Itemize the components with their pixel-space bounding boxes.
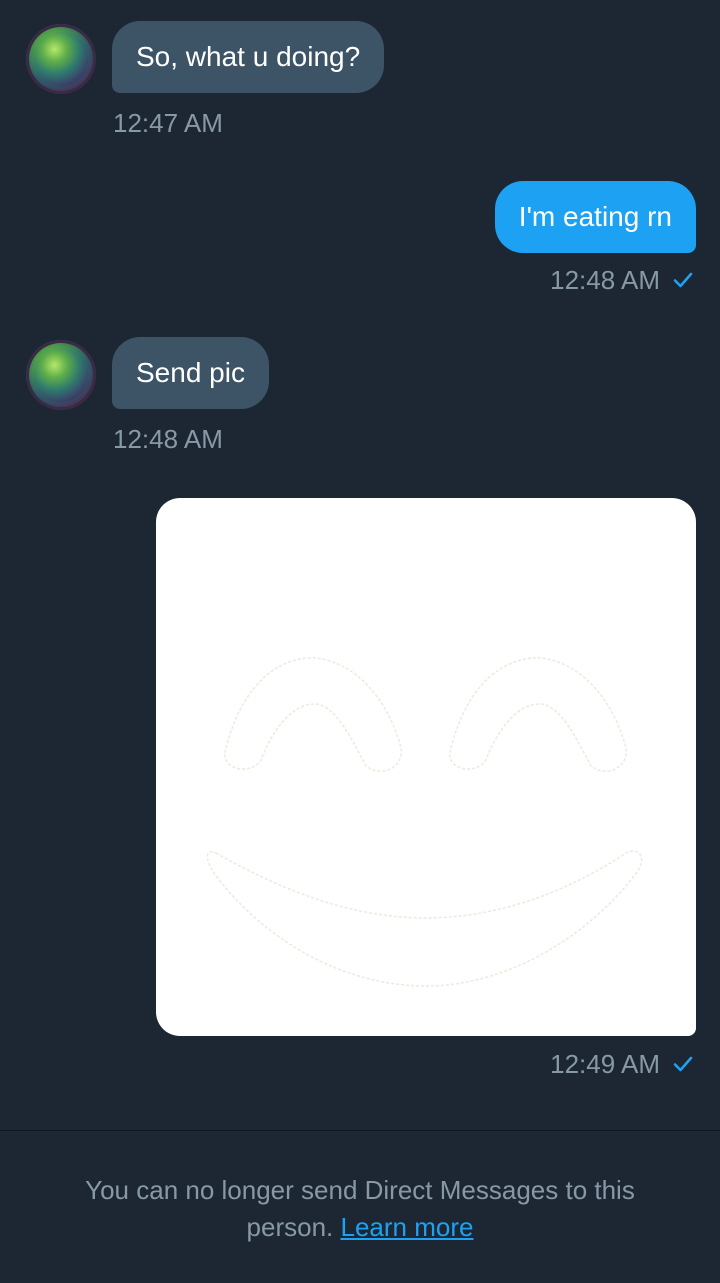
dm-disabled-notice: You can no longer send Direct Messages t… — [40, 1172, 680, 1246]
message-timestamp: 12:48 AM — [550, 265, 660, 295]
avatar[interactable] — [26, 340, 96, 410]
message-image[interactable] — [156, 498, 696, 1036]
check-icon — [673, 272, 693, 288]
message-bubble-incoming[interactable]: So, what u doing? — [112, 21, 385, 93]
message-bubble-incoming[interactable]: Send pic — [112, 337, 269, 409]
message-meta: 12:49 AM — [550, 1049, 694, 1079]
message-bubble-outgoing[interactable]: I'm eating rn — [494, 181, 696, 253]
check-icon — [673, 1056, 693, 1072]
learn-more-link[interactable]: Learn more — [341, 1212, 474, 1242]
message-timestamp: 12:47 AM — [113, 108, 223, 138]
message-meta: 12:48 AM — [550, 265, 694, 295]
avatar[interactable] — [26, 24, 96, 94]
message-timestamp: 12:49 AM — [550, 1049, 660, 1079]
message-timestamp: 12:48 AM — [113, 424, 223, 454]
composer-divider — [0, 1130, 720, 1131]
smiling-face-image — [206, 657, 643, 987]
